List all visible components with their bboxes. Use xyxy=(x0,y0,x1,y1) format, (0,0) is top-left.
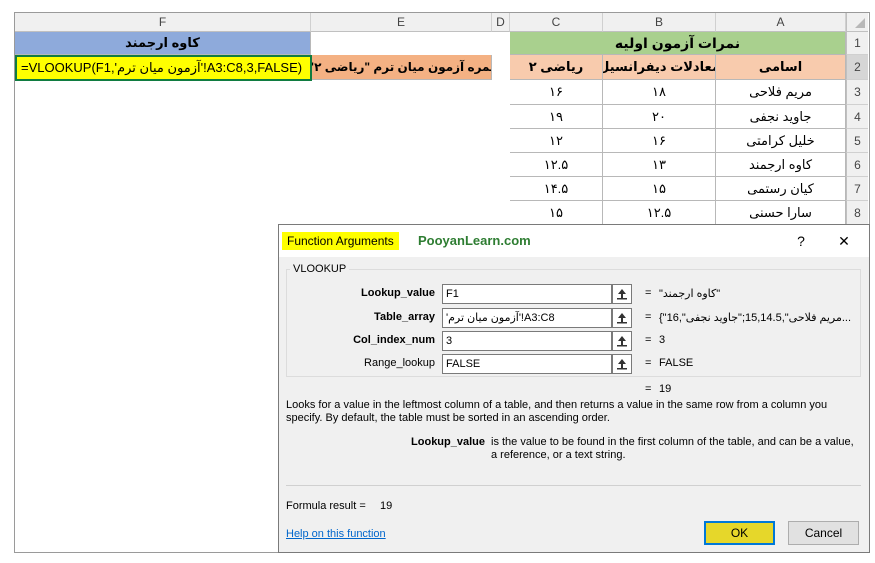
table-array-result: {"مریم فلاحی",15,14.5;"جاوید نجفی",16... xyxy=(659,312,852,324)
row-header-4[interactable]: 4 xyxy=(846,105,868,129)
divider xyxy=(286,485,861,486)
ok-button[interactable]: OK xyxy=(704,521,775,545)
column-header-e[interactable]: E xyxy=(311,13,492,32)
table-cell[interactable]: ۱۳ xyxy=(603,153,716,177)
table-cell[interactable]: ۱۸ xyxy=(603,80,716,105)
function-description: Looks for a value in the leftmost column… xyxy=(286,399,828,424)
row-header-6[interactable]: 6 xyxy=(846,153,868,177)
table-cell[interactable]: ۱۴.۵ xyxy=(510,177,603,201)
function-arguments-dialog: Function Arguments PooyanLearn.com ? ✕ V… xyxy=(278,224,870,553)
lookup-value-input[interactable]: F1 xyxy=(442,284,612,304)
table-cell[interactable]: ۱۹ xyxy=(510,105,603,129)
col-index-result: 3 xyxy=(659,334,666,346)
table-array-input[interactable]: 'آزمون میان ترم'!A3:C8 xyxy=(442,308,612,328)
cell-f2-formula[interactable]: =VLOOKUP(F1,'آزمون میان ترم'!A3:C8,3,FAL… xyxy=(15,55,312,81)
help-link[interactable]: Help on this function xyxy=(286,528,386,540)
column-header-a[interactable]: A xyxy=(716,13,846,32)
arg-help-text: is the value to be found in the first co… xyxy=(491,436,854,461)
row-header-2[interactable]: 2 xyxy=(846,55,868,80)
table-cell[interactable]: جاوید نجفی xyxy=(716,105,846,129)
table-cell[interactable]: کاوه ارجمند xyxy=(716,153,846,177)
row-header-3[interactable]: 3 xyxy=(846,80,868,105)
cancel-button[interactable]: Cancel xyxy=(788,521,859,545)
table-cell[interactable]: ۱۵ xyxy=(510,201,603,225)
formula-result-value: 19 xyxy=(380,500,393,512)
equals-sign: = xyxy=(645,357,652,369)
arg-label-table-array: Table_array xyxy=(374,311,435,323)
table-cell[interactable]: ۱۵ xyxy=(603,177,716,201)
row-header-1[interactable]: 1 xyxy=(846,32,868,55)
row-header-7[interactable]: 7 xyxy=(846,177,868,201)
equals-sign: = xyxy=(645,383,652,395)
close-icon[interactable]: ✕ xyxy=(834,231,854,251)
table-cell[interactable]: سارا حسنی xyxy=(716,201,846,225)
row-header-8[interactable]: 8 xyxy=(846,201,868,225)
equals-sign: = xyxy=(645,287,652,299)
dialog-title: Function Arguments xyxy=(282,232,399,250)
arg-help-label: Lookup_value xyxy=(411,436,485,448)
header-names[interactable]: اسامی xyxy=(716,55,846,80)
table-cell[interactable]: ۱۲ xyxy=(510,129,603,153)
help-icon[interactable]: ? xyxy=(791,231,811,251)
cell-f1[interactable]: کاوه ارجمند xyxy=(15,32,311,55)
lookup-value-result: "کاوه ارجمند" xyxy=(659,288,721,300)
table-cell[interactable]: کیان رستمی xyxy=(716,177,846,201)
table-cell[interactable]: ۱۲.۵ xyxy=(510,153,603,177)
range-picker-icon[interactable] xyxy=(612,284,632,304)
table-cell[interactable]: ۲۰ xyxy=(603,105,716,129)
range-picker-icon[interactable] xyxy=(612,331,632,351)
range-lookup-input[interactable]: FALSE xyxy=(442,354,612,374)
header-math2[interactable]: ریاضی ۲ xyxy=(510,55,603,80)
col-index-input[interactable]: 3 xyxy=(442,331,612,351)
header-differential[interactable]: معادلات دیفرانسیل xyxy=(603,55,716,80)
range-picker-icon[interactable] xyxy=(612,354,632,374)
row-header-5[interactable]: 5 xyxy=(846,129,868,153)
cell-e2-label[interactable]: نمره آزمون میان ترم "ریاضی ۲" xyxy=(312,55,492,80)
equals-sign: = xyxy=(645,311,652,323)
select-all-corner[interactable] xyxy=(846,13,868,32)
column-header-d[interactable]: D xyxy=(492,13,510,32)
column-header-f[interactable]: F xyxy=(15,13,311,32)
column-header-c[interactable]: C xyxy=(510,13,603,32)
table-cell[interactable]: ۱۶ xyxy=(510,80,603,105)
table-cell[interactable]: ۱۲.۵ xyxy=(603,201,716,225)
table-cell[interactable]: ۱۶ xyxy=(603,129,716,153)
arg-label-lookup-value: Lookup_value xyxy=(361,287,435,299)
table-title[interactable]: نمرات آزمون اولیه xyxy=(510,32,846,55)
column-header-b[interactable]: B xyxy=(603,13,716,32)
table-cell[interactable]: مریم فلاحی xyxy=(716,80,846,105)
equals-sign: = xyxy=(645,334,652,346)
formula-result-label: Formula result = xyxy=(286,500,366,512)
range-lookup-result: FALSE xyxy=(659,357,694,369)
range-picker-icon[interactable] xyxy=(612,308,632,328)
table-cell[interactable]: خلیل کرامتی xyxy=(716,129,846,153)
function-name: VLOOKUP xyxy=(290,263,350,275)
arg-label-range-lookup: Range_lookup xyxy=(364,357,435,369)
brand-label: PooyanLearn.com xyxy=(418,233,531,248)
function-result: 19 xyxy=(659,383,672,395)
arg-label-col-index: Col_index_num xyxy=(353,334,435,346)
